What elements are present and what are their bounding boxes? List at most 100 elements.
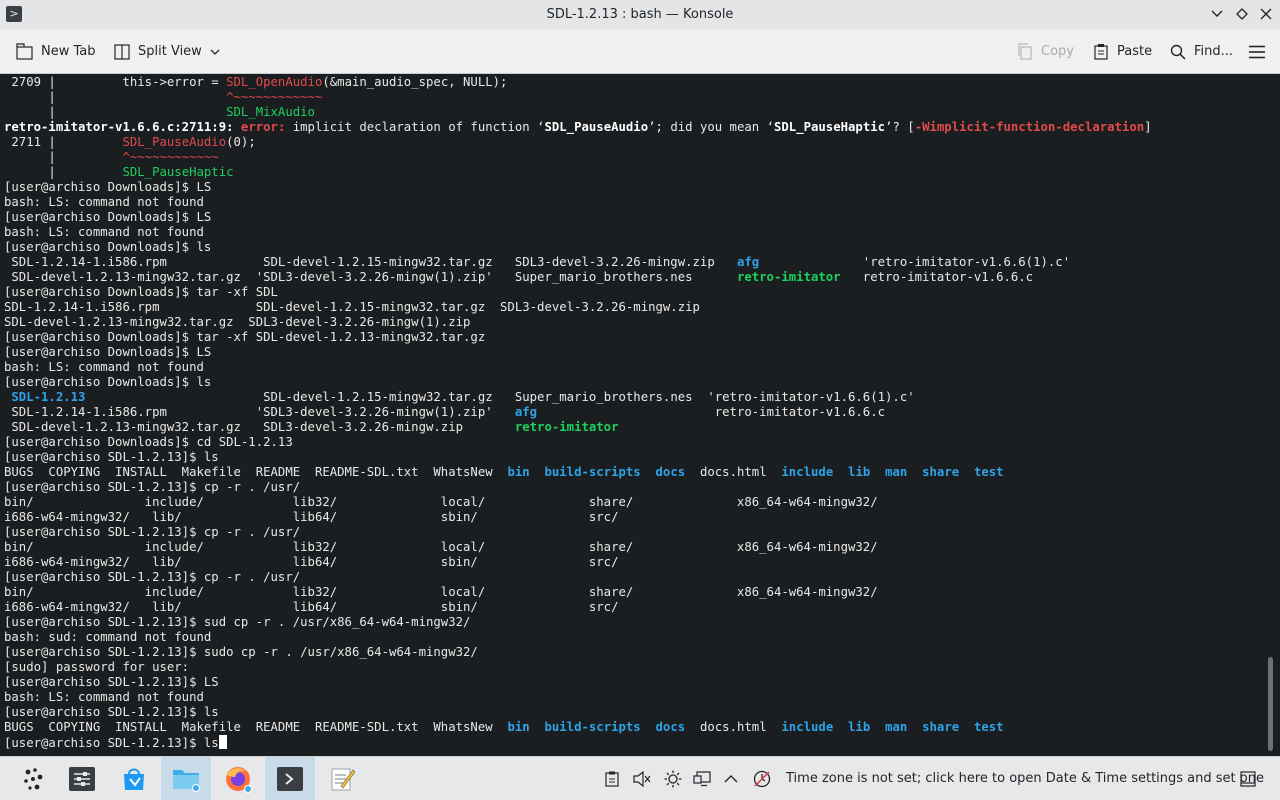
terminal-text: bash: sud: command not found [4,630,212,644]
terminal-line: bash: LS: command not found [4,225,1264,240]
terminal-text: retro-imitator-v1.6.6.c [840,270,1034,284]
terminal-line: bash: LS: command not found [4,195,1264,210]
terminal-text: afg [736,255,760,269]
terminal-text: share [922,720,960,734]
terminal-line: BUGS COPYING INSTALL Makefile README REA… [4,720,1264,735]
application-launcher-icon [24,768,43,790]
discover-store-button[interactable] [109,757,159,800]
system-settings-button[interactable] [57,757,107,800]
paste-button[interactable]: Paste [1093,29,1152,74]
file-manager-button[interactable] [161,757,211,800]
terminal-line: [user@archiso SDL-1.2.13]$ sud cp -r . /… [4,615,1264,630]
terminal-text: bash: LS: command not found [4,690,204,704]
timezone-notice[interactable]: Time zone is not set; click here to open… [786,771,1264,786]
terminal-line: [user@archiso Downloads]$ ls [4,240,1264,255]
terminal-text: SDL_OpenAudio [226,75,323,89]
terminal-line: bin/ include/ lib32/ local/ share/ x86_6… [4,495,1264,510]
terminal-line: [user@archiso SDL-1.2.13]$ ls [4,705,1264,720]
clock-warning-icon[interactable] [752,769,772,789]
terminal-line: [user@archiso SDL-1.2.13]$ cp -r . /usr/ [4,480,1264,495]
terminal-line: SDL-1.2.14-1.i586.rpm SDL-devel-1.2.15-m… [4,255,1264,270]
terminal-text: bash: LS: command not found [4,360,204,374]
terminal-line: [user@archiso SDL-1.2.13]$ cp -r . /usr/ [4,570,1264,585]
scrollbar-track[interactable] [1268,74,1274,756]
terminal-text: SDL-1.2.14-1.i586.rpm 'SDL3-devel-3.2.26… [4,405,515,419]
terminal-text: bin/ include/ lib32/ local/ share/ x86_6… [4,585,878,599]
terminal-text: | [4,165,123,179]
terminal-line: [user@archiso SDL-1.2.13]$ ls [4,450,1264,465]
terminal-line: [user@archiso Downloads]$ cd SDL-1.2.13 [4,435,1264,450]
terminal-text: SDL_PauseAudio [544,120,649,134]
minimize-icon[interactable] [1209,6,1225,22]
hamburger-menu-button[interactable] [1249,29,1273,74]
split-view-icon [114,43,130,60]
terminal-text: SDL_PauseHaptic [773,120,886,134]
application-launcher-button[interactable] [8,757,58,800]
terminal-line: | SDL_PauseHaptic [4,165,1264,180]
terminal-line: [user@archiso SDL-1.2.13]$ sudo cp -r . … [4,645,1264,660]
terminal-text: test [973,720,1004,734]
show-desktop-icon[interactable] [1238,769,1258,789]
konsole-icon [277,767,303,791]
terminal-text: 2711 | [4,135,123,149]
find-button[interactable]: Find... [1170,29,1233,74]
terminal-text: afg [514,405,538,419]
terminal-text: i686-w64-mingw32/ lib/ lib64/ sbin/ src/ [4,510,619,524]
terminal-text: SDL_MixAudio [226,105,315,119]
hamburger-menu-icon [1249,45,1265,58]
volume-muted-icon[interactable] [632,769,652,789]
terminal-text: docs.html [685,465,782,479]
terminal-text: man [885,465,908,479]
copy-button[interactable]: Copy [1017,29,1074,74]
terminal-line: i686-w64-mingw32/ lib/ lib64/ sbin/ src/ [4,600,1264,615]
split-view-button[interactable]: Split View [114,29,220,74]
firefox-icon [226,767,252,793]
text-editor-button[interactable] [317,757,367,800]
terminal-line: SDL-devel-1.2.13-mingw32.tar.gz SDL3-dev… [4,420,1264,435]
terminal-text: retro-imitator [736,270,841,284]
terminal-text: [user@archiso SDL-1.2.13]$ ls [4,705,219,719]
terminal-text: [user@archiso Downloads]$ ls [4,240,212,254]
new-tab-icon [16,43,33,60]
terminal-text: share [922,465,960,479]
terminal-text: build-scripts [544,465,641,479]
terminal-line: [user@archiso Downloads]$ tar -xf SDL [4,285,1264,300]
firefox-button[interactable] [213,757,263,800]
terminal-text: [user@archiso Downloads]$ LS [4,180,212,194]
maximize-icon[interactable] [1234,6,1250,22]
konsole-button[interactable] [265,757,315,800]
terminal-line: [user@archiso SDL-1.2.13]$ LS [4,675,1264,690]
terminal-text: bin [507,720,530,734]
close-icon[interactable] [1258,6,1274,22]
search-icon [1170,44,1186,60]
terminal-text: ^~~~~~~~~~~~~ [122,150,219,164]
terminal-text: SDL-1.2.14-1.i586.rpm SDL-devel-1.2.15-m… [4,255,737,269]
terminal-text: man [885,720,908,734]
show-hidden-icons-icon[interactable] [721,769,741,789]
terminal-line: bash: LS: command not found [4,690,1264,705]
terminal-text: (0); [226,135,256,149]
clipboard-icon[interactable] [602,769,622,789]
terminal-text: docs [655,720,686,734]
terminal-text: ^~~~~~~~~~~~~ [226,90,323,104]
new-tab-button[interactable]: New Tab [16,29,96,74]
terminal-line: i686-w64-mingw32/ lib/ lib64/ sbin/ src/ [4,555,1264,570]
terminal-text: [user@archiso SDL-1.2.13]$ ls [4,450,219,464]
terminal-prompt-line[interactable]: [user@archiso SDL-1.2.13]$ ls [4,735,1264,750]
scrollbar-thumb[interactable] [1268,657,1273,751]
terminal-line: 2709 | this->error = SDL_OpenAudio(&main… [4,75,1264,90]
terminal-line: bash: LS: command not found [4,360,1264,375]
display-configuration-icon[interactable] [692,769,712,789]
terminal-view[interactable]: 2709 | this->error = SDL_OpenAudio(&main… [0,74,1280,756]
text-editor-icon [331,768,355,791]
terminal-text: [user@archiso Downloads]$ LS [4,345,212,359]
brightness-icon[interactable] [663,769,683,789]
text-cursor [218,735,227,749]
